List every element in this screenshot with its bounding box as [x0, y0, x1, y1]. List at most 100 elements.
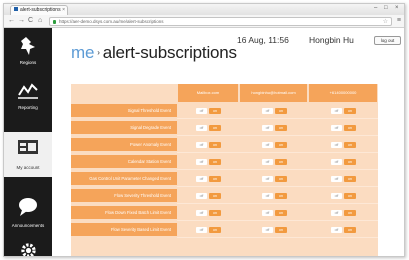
sidebar-item-regions[interactable]: Regions	[4, 28, 52, 73]
row-divider	[177, 186, 378, 187]
sidebar-item-my-account[interactable]: My account	[4, 132, 52, 177]
toggle-off-option[interactable]: off	[331, 108, 342, 114]
browser-window: alert-subscriptions × – □ × ← → C ⌂ http…	[3, 3, 405, 257]
toggle-off-option[interactable]: off	[331, 193, 342, 199]
sidebar-item-settings[interactable]	[4, 238, 52, 256]
toggle-on-option[interactable]: on	[275, 159, 287, 165]
event-label: Flow Severity Threshold Event	[71, 189, 177, 202]
sidebar-item-reporting[interactable]: Reporting	[4, 73, 52, 118]
sidebar: Regions Reporting My account Announcemen…	[4, 28, 52, 256]
sidebar-item-announcements[interactable]: Announcements	[4, 191, 52, 236]
toggle-on-option[interactable]: on	[344, 142, 356, 148]
row-divider	[177, 220, 378, 221]
toggle-on-option[interactable]: on	[209, 125, 221, 131]
id-card-icon	[18, 140, 38, 154]
page-title-text: alert-subscriptions	[102, 43, 237, 62]
event-label: Calendar Station Event	[71, 155, 177, 168]
event-label: Signal Threshold Event	[71, 104, 177, 117]
line-chart-icon	[18, 83, 38, 99]
row-divider	[177, 135, 378, 136]
favicon-icon	[14, 7, 18, 11]
row-divider	[177, 152, 378, 153]
toggle-off-option[interactable]: off	[262, 159, 273, 165]
tab-close-icon[interactable]: ×	[62, 6, 65, 15]
toggle-off-option[interactable]: off	[262, 142, 273, 148]
maximize-icon[interactable]: □	[384, 5, 388, 12]
toggle-on-option[interactable]: on	[209, 142, 221, 148]
sidebar-label-my-account: My account	[16, 165, 40, 170]
column-header: hongbinhu@hotmail.com	[240, 84, 307, 102]
toggle-off-option[interactable]: off	[262, 108, 273, 114]
toggle-on-option[interactable]: on	[209, 227, 221, 233]
toggle-on-option[interactable]: on	[344, 227, 356, 233]
home-icon[interactable]: ⌂	[38, 17, 42, 25]
address-bar[interactable]: https://aer-demo.dsys.com.au/me/alert-su…	[49, 17, 392, 26]
close-window-icon[interactable]: ×	[395, 5, 399, 12]
toggle-on-option[interactable]: on	[275, 125, 287, 131]
toggle-off-option[interactable]: off	[331, 227, 342, 233]
event-label: Signal Degrade Event	[71, 121, 177, 134]
main-content: me › alert-subscriptions 16 Aug, 11:56 Hon…	[52, 28, 404, 256]
toggle-on-option[interactable]: on	[275, 176, 287, 182]
toggle-on-option[interactable]: on	[344, 159, 356, 165]
toggle-on-option[interactable]: on	[344, 193, 356, 199]
row-divider	[177, 203, 378, 204]
toggle-off-option[interactable]: off	[262, 125, 273, 131]
toggle-off-option[interactable]: off	[331, 159, 342, 165]
breadcrumb-me-link[interactable]: me	[71, 43, 94, 62]
user-name: Hongbin Hu	[309, 35, 354, 45]
forward-icon[interactable]: →	[18, 17, 25, 25]
toggle-on-option[interactable]: on	[275, 227, 287, 233]
toggle-on-option[interactable]: on	[209, 176, 221, 182]
browser-tab[interactable]: alert-subscriptions ×	[10, 5, 68, 15]
sidebar-label-regions: Regions	[19, 60, 37, 65]
toggle-on-option[interactable]: on	[275, 193, 287, 199]
event-label: Gas Control Unit Parameter Changed Event	[71, 172, 177, 185]
toggle-on-option[interactable]: on	[275, 210, 287, 216]
event-label: Flow Severity Based Limit Event	[71, 223, 177, 236]
toggle-off-option[interactable]: off	[196, 193, 207, 199]
toggle-off-option[interactable]: off	[196, 108, 207, 114]
column-header: +61400000000	[309, 84, 377, 102]
toggle-off-option[interactable]: off	[331, 125, 342, 131]
toggle-on-option[interactable]: on	[209, 159, 221, 165]
row-divider	[177, 169, 378, 170]
toggle-on-option[interactable]: on	[209, 193, 221, 199]
toggle-off-option[interactable]: off	[196, 142, 207, 148]
bookmark-star-icon[interactable]: ☆	[383, 18, 388, 26]
page-title: me › alert-subscriptions	[71, 43, 237, 63]
toggle-off-option[interactable]: off	[196, 227, 207, 233]
toggle-on-option[interactable]: on	[275, 142, 287, 148]
toggle-off-option[interactable]: off	[262, 176, 273, 182]
toggle-on-option[interactable]: on	[344, 125, 356, 131]
breadcrumb-separator: ›	[97, 48, 100, 57]
toggle-off-option[interactable]: off	[196, 210, 207, 216]
toggle-off-option[interactable]: off	[262, 210, 273, 216]
toggle-on-option[interactable]: on	[275, 108, 287, 114]
back-icon[interactable]: ←	[8, 17, 15, 25]
toggle-off-option[interactable]: off	[331, 210, 342, 216]
reload-icon[interactable]: C	[28, 17, 33, 25]
toggle-on-option[interactable]: on	[209, 210, 221, 216]
logout-button[interactable]: log out	[374, 36, 401, 45]
toggle-off-option[interactable]: off	[262, 227, 273, 233]
speech-bubble-icon	[19, 198, 37, 216]
event-label: Power Anomaly Event	[71, 138, 177, 151]
toggle-on-option[interactable]: on	[209, 108, 221, 114]
toggle-off-option[interactable]: off	[196, 159, 207, 165]
toggle-on-option[interactable]: on	[344, 108, 356, 114]
tab-title: alert-subscriptions	[20, 7, 61, 13]
toggle-on-option[interactable]: on	[344, 210, 356, 216]
row-divider	[177, 237, 378, 238]
toggle-off-option[interactable]: off	[262, 193, 273, 199]
toggle-off-option[interactable]: off	[196, 176, 207, 182]
toggle-off-option[interactable]: off	[331, 142, 342, 148]
minimize-icon[interactable]: –	[374, 5, 377, 12]
column-header: Mailbox.com	[178, 84, 238, 102]
subscription-table: Mailbox.com hongbinhu@hotmail.com +6140000…	[71, 84, 378, 256]
gear-icon	[21, 243, 36, 256]
toggle-off-option[interactable]: off	[331, 176, 342, 182]
toggle-on-option[interactable]: on	[344, 176, 356, 182]
browser-menu-icon[interactable]: ≡	[397, 17, 401, 25]
toggle-off-option[interactable]: off	[196, 125, 207, 131]
